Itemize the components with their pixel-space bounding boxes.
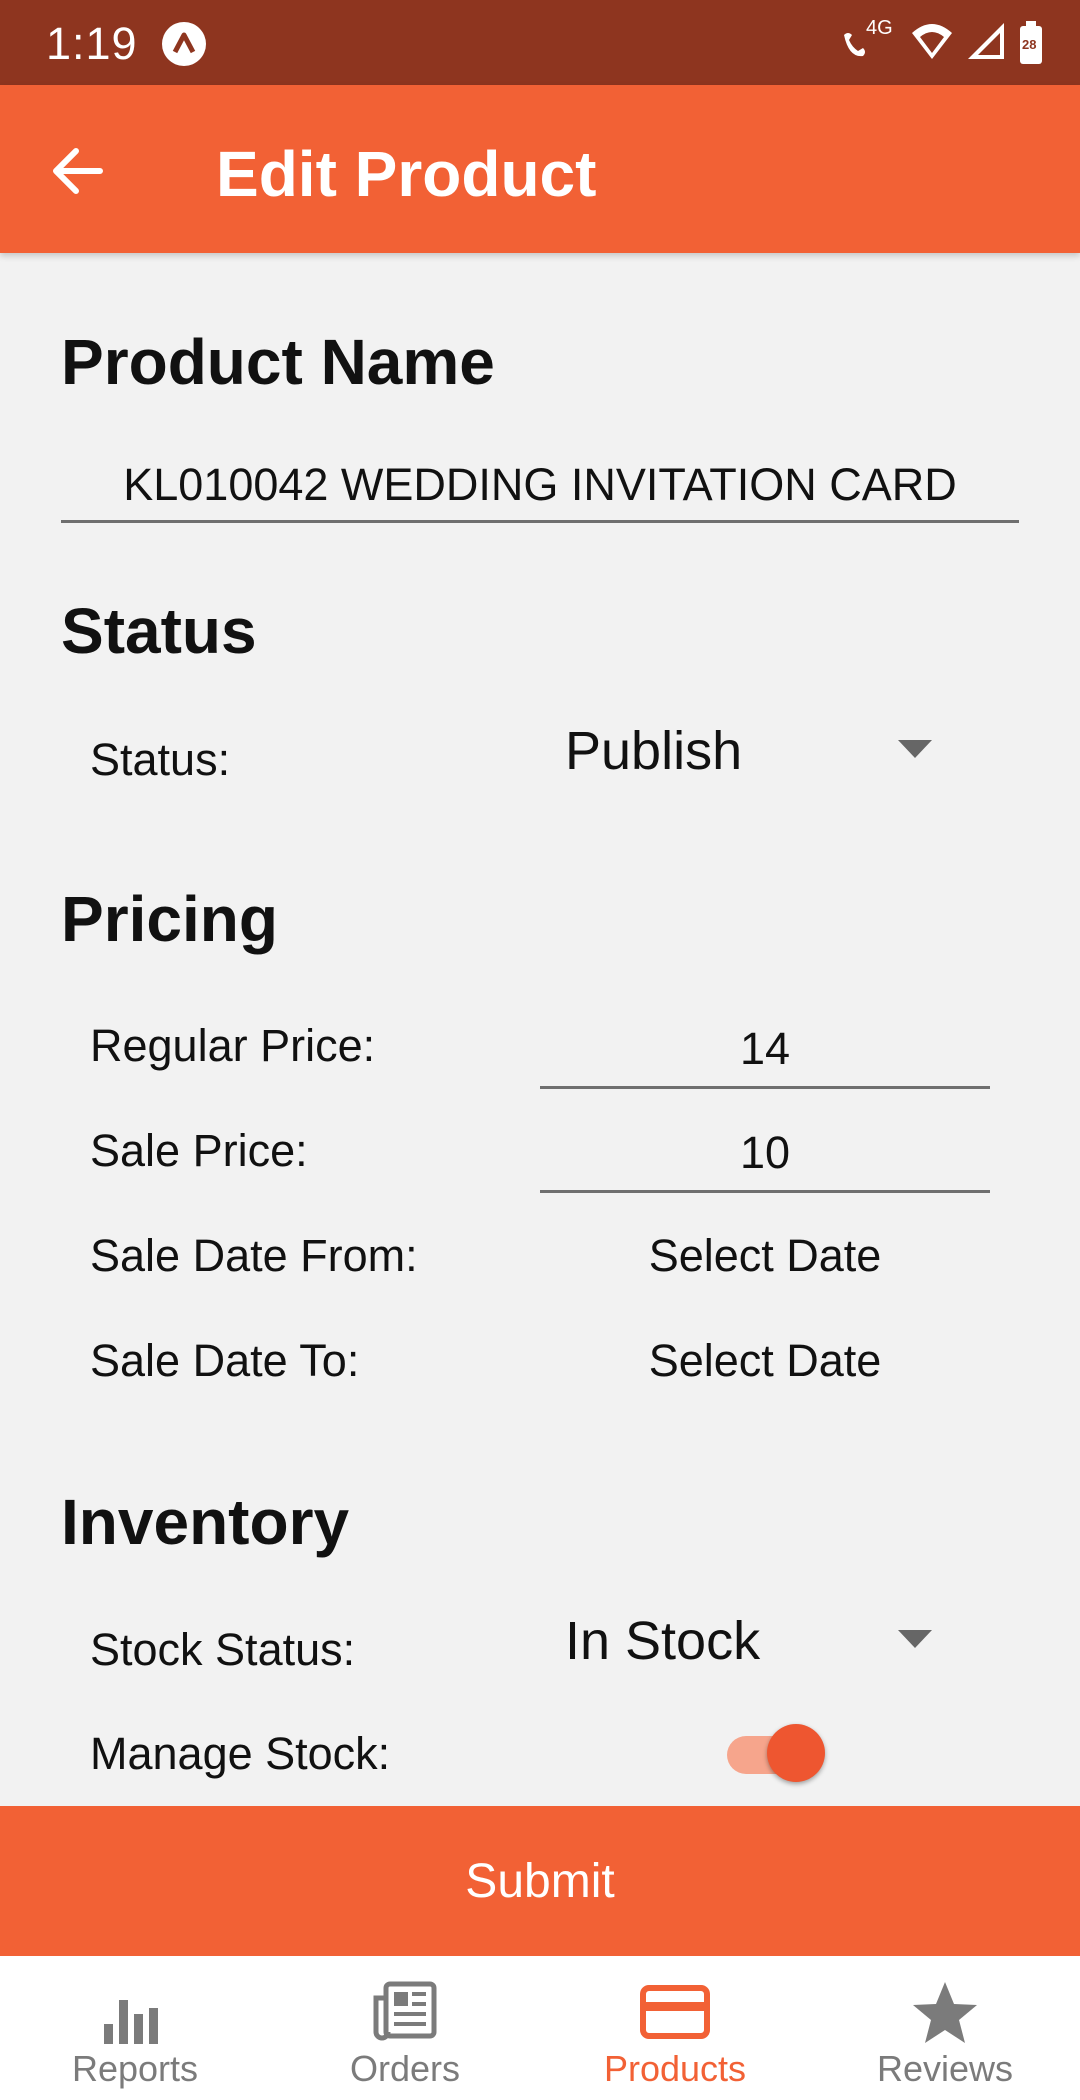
manage-stock-label: Manage Stock: <box>90 1728 391 1779</box>
status-heading: Status <box>61 595 257 667</box>
nav-label-reviews: Reviews <box>876 2048 1014 2089</box>
sale-date-to-picker[interactable]: Select Date <box>540 1335 990 1387</box>
star-icon <box>913 1982 977 2043</box>
wifi-call-icon: 4G <box>838 17 898 65</box>
submit-button[interactable]: Submit <box>0 1806 1080 1956</box>
nav-item-reviews[interactable]: Reviews <box>810 1956 1080 2100</box>
inventory-heading: Inventory <box>61 1486 350 1558</box>
stock-status-label: Stock Status: <box>90 1624 356 1675</box>
app-notification-icon <box>162 22 206 66</box>
card-icon <box>640 1985 710 2039</box>
back-button[interactable] <box>48 143 108 199</box>
stock-status-dropdown[interactable]: In Stock <box>540 1600 950 1680</box>
app-bar: Edit Product <box>0 85 1080 253</box>
signal-icon <box>966 21 1006 66</box>
sale-date-to-label: Sale Date To: <box>90 1335 360 1386</box>
battery-level: 28 <box>1022 37 1037 52</box>
status-dropdown-value: Publish <box>565 721 743 781</box>
status-icons: 4G 28 <box>838 17 1044 68</box>
sale-price-label: Sale Price: <box>90 1125 308 1176</box>
manage-stock-toggle[interactable] <box>727 1720 827 1784</box>
toggle-thumb <box>767 1724 825 1782</box>
sale-date-from-label: Sale Date From: <box>90 1230 418 1281</box>
status-time: 1:19 <box>46 18 138 69</box>
regular-price-label: Regular Price: <box>90 1020 376 1071</box>
battery-icon: 28 <box>1018 21 1044 65</box>
product-name-heading: Product Name <box>61 326 495 398</box>
page-title: Edit Product <box>216 138 597 210</box>
stock-status-dropdown-value: In Stock <box>565 1611 761 1671</box>
nav-label-orders: Orders <box>349 2048 461 2089</box>
pricing-heading: Pricing <box>61 883 278 955</box>
bar-chart-icon <box>104 2000 158 2044</box>
caret-down-icon <box>898 1630 932 1648</box>
nav-item-products[interactable]: Products <box>540 1956 810 2100</box>
network-type: 4G <box>866 17 893 39</box>
bottom-nav: Reports Orders Products Reviews <box>0 1956 1080 2100</box>
status-dropdown[interactable]: Publish <box>540 710 950 790</box>
wifi-icon <box>910 21 954 66</box>
newspaper-icon <box>373 1981 437 2041</box>
sale-price-input[interactable] <box>540 1116 990 1193</box>
sale-date-from-picker[interactable]: Select Date <box>540 1230 990 1282</box>
nav-item-orders[interactable]: Orders <box>270 1956 540 2100</box>
regular-price-input[interactable] <box>540 1012 990 1089</box>
arrow-back-icon <box>53 148 103 194</box>
status-bar: 1:19 4G 28 <box>0 0 1080 85</box>
nav-label-products: Products <box>603 2048 747 2089</box>
product-name-input[interactable] <box>61 450 1019 523</box>
nav-label-reports: Reports <box>71 2048 199 2089</box>
caret-down-icon <box>898 740 932 758</box>
status-label: Status: <box>90 734 231 785</box>
nav-item-reports[interactable]: Reports <box>0 1956 270 2100</box>
